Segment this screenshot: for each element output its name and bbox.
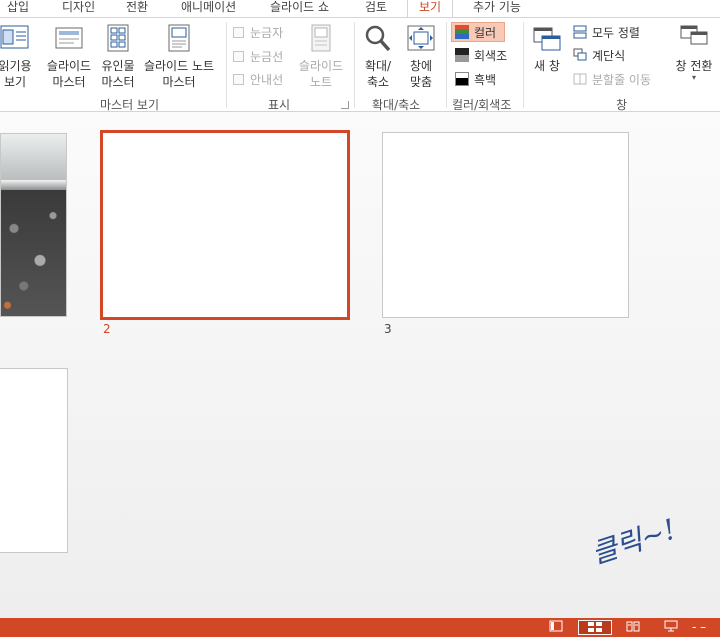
slide-1-thumbnail[interactable] (0, 133, 67, 317)
switch-windows-icon (680, 25, 708, 45)
handout-master-icon (107, 24, 129, 52)
move-split-label: 분할줄 이동 (592, 72, 652, 87)
photo-sky (1, 134, 66, 180)
tab-animations[interactable]: 애니메이션 (181, 0, 236, 17)
zoom-label: 확대/ 축소 (364, 59, 392, 89)
projector-glyph (664, 620, 678, 632)
reading-view-icon (0, 25, 29, 49)
photo-stones (1, 190, 66, 316)
tab-transitions[interactable]: 전환 (126, 0, 148, 17)
notes-button[interactable]: 슬라이드 노트 (294, 22, 348, 90)
tab-slideshow[interactable]: 슬라이드 쇼 (270, 0, 329, 17)
black-white-button[interactable]: 흑백 (455, 69, 496, 89)
new-window-button[interactable]: 새 창 (527, 22, 567, 74)
notes-master-label: 슬라이드 노트 마스터 (143, 59, 215, 89)
slide-number: 2 (103, 322, 111, 336)
reading-view-button[interactable]: 읽기용 보기 (0, 22, 32, 90)
fit-window-label: 창에 맞춤 (409, 59, 433, 89)
switch-windows-button[interactable]: 창 전환 ▾ (668, 22, 720, 82)
slide-3-thumbnail[interactable] (382, 132, 629, 318)
slide-master-button[interactable]: 슬라이드 마스터 (43, 22, 95, 90)
gridlines-label: 눈금선 (250, 49, 284, 64)
reading-view-label: 읽기용 보기 (0, 59, 32, 89)
group-label-color: 컬러/회색조 (452, 98, 512, 112)
grayscale-button[interactable]: 회색조 (455, 45, 507, 65)
checkbox-box (233, 26, 244, 38)
group-separator (523, 22, 524, 108)
group-label-zoom: 확대/축소 (372, 98, 421, 112)
slide-master-icon (55, 27, 83, 49)
ruler-checkbox[interactable]: 눈금자 (233, 22, 283, 42)
slide-number: 3 (384, 322, 392, 336)
grayscale-label: 회색조 (474, 48, 508, 63)
switch-windows-label: 창 전환 (675, 59, 713, 73)
grayscale-swatch-icon (455, 48, 469, 62)
group-label-window: 창 (616, 98, 628, 112)
dropdown-arrow-icon: ▾ (691, 73, 696, 82)
checkbox-box (233, 50, 244, 62)
color-swatch-icon (455, 25, 469, 39)
black-white-swatch-icon (455, 72, 469, 86)
notes-master-button[interactable]: 슬라이드 노트 마스터 (140, 22, 218, 90)
arrange-all-button[interactable]: 모두 정렬 (573, 22, 640, 42)
group-label-show: 표시 (268, 98, 291, 112)
cascade-icon (573, 48, 587, 61)
magnifier-icon (365, 25, 391, 52)
checkbox-box (233, 73, 244, 85)
tab-addins[interactable]: 추가 기능 (473, 0, 521, 17)
group-separator (354, 22, 355, 108)
handout-master-label: 유인물 마스터 (101, 59, 135, 89)
black-white-label: 흑백 (474, 72, 497, 87)
group-separator (226, 22, 227, 108)
slide-4-thumbnail[interactable] (0, 368, 68, 553)
new-window-label: 새 창 (534, 59, 560, 73)
tab-insert[interactable]: 삽입 (7, 0, 29, 17)
cascade-button[interactable]: 계단식 (573, 45, 625, 65)
normal-view-icon[interactable] (547, 620, 565, 635)
slide-master-label: 슬라이드 마스터 (46, 59, 92, 89)
ruler-label: 눈금자 (250, 25, 284, 40)
notes-master-icon (168, 24, 190, 52)
cascade-label: 계단식 (592, 48, 626, 63)
tab-view[interactable]: 보기 (407, 0, 453, 17)
tab-design[interactable]: 디자인 (62, 0, 95, 17)
notes-label: 슬라이드 노트 (298, 59, 344, 89)
slide-sorter-view-icon[interactable] (578, 620, 612, 635)
show-dialog-launcher[interactable] (341, 101, 349, 109)
color-button[interactable]: 컬러 (451, 22, 505, 42)
arrange-all-label: 모두 정렬 (592, 25, 640, 40)
gridlines-checkbox[interactable]: 눈금선 (233, 46, 283, 66)
ribbon-tab-bar: 삽입 디자인 전환 애니메이션 슬라이드 쇼 검토 보기 추가 기능 (0, 0, 720, 17)
notes-icon (311, 24, 331, 52)
new-window-icon (533, 27, 561, 51)
ribbon: 읽기용 보기 슬라이드 마스터 유인물 마스터 슬라이드 노트 마스터 마스터 … (0, 17, 720, 112)
guides-checkbox[interactable]: 안내선 (233, 69, 283, 89)
move-split-button[interactable]: 분할줄 이동 (573, 69, 651, 89)
status-bar: - – (0, 618, 720, 637)
tab-review[interactable]: 검토 (365, 0, 387, 17)
reading-view-status-icon[interactable] (624, 620, 642, 635)
normal-view-glyph (549, 620, 563, 632)
handout-master-button[interactable]: 유인물 마스터 (99, 22, 137, 90)
group-separator (446, 22, 447, 108)
arrange-all-icon (573, 25, 587, 39)
group-label-master-views: 마스터 보기 (100, 98, 160, 112)
color-label: 컬러 (474, 25, 497, 40)
slideshow-view-icon[interactable] (662, 620, 680, 635)
zoom-button[interactable]: 확대/ 축소 (359, 22, 397, 90)
fit-window-icon (407, 25, 435, 51)
move-split-icon (573, 73, 587, 85)
guides-label: 안내선 (250, 72, 284, 87)
slide-sorter-glyph (588, 622, 602, 632)
slide-2-thumbnail[interactable] (100, 130, 350, 320)
photo-surf (1, 180, 66, 190)
book-glyph (626, 621, 640, 632)
zoom-slider-minus[interactable]: - – (692, 620, 720, 635)
fit-window-button[interactable]: 창에 맞춤 (401, 22, 441, 90)
